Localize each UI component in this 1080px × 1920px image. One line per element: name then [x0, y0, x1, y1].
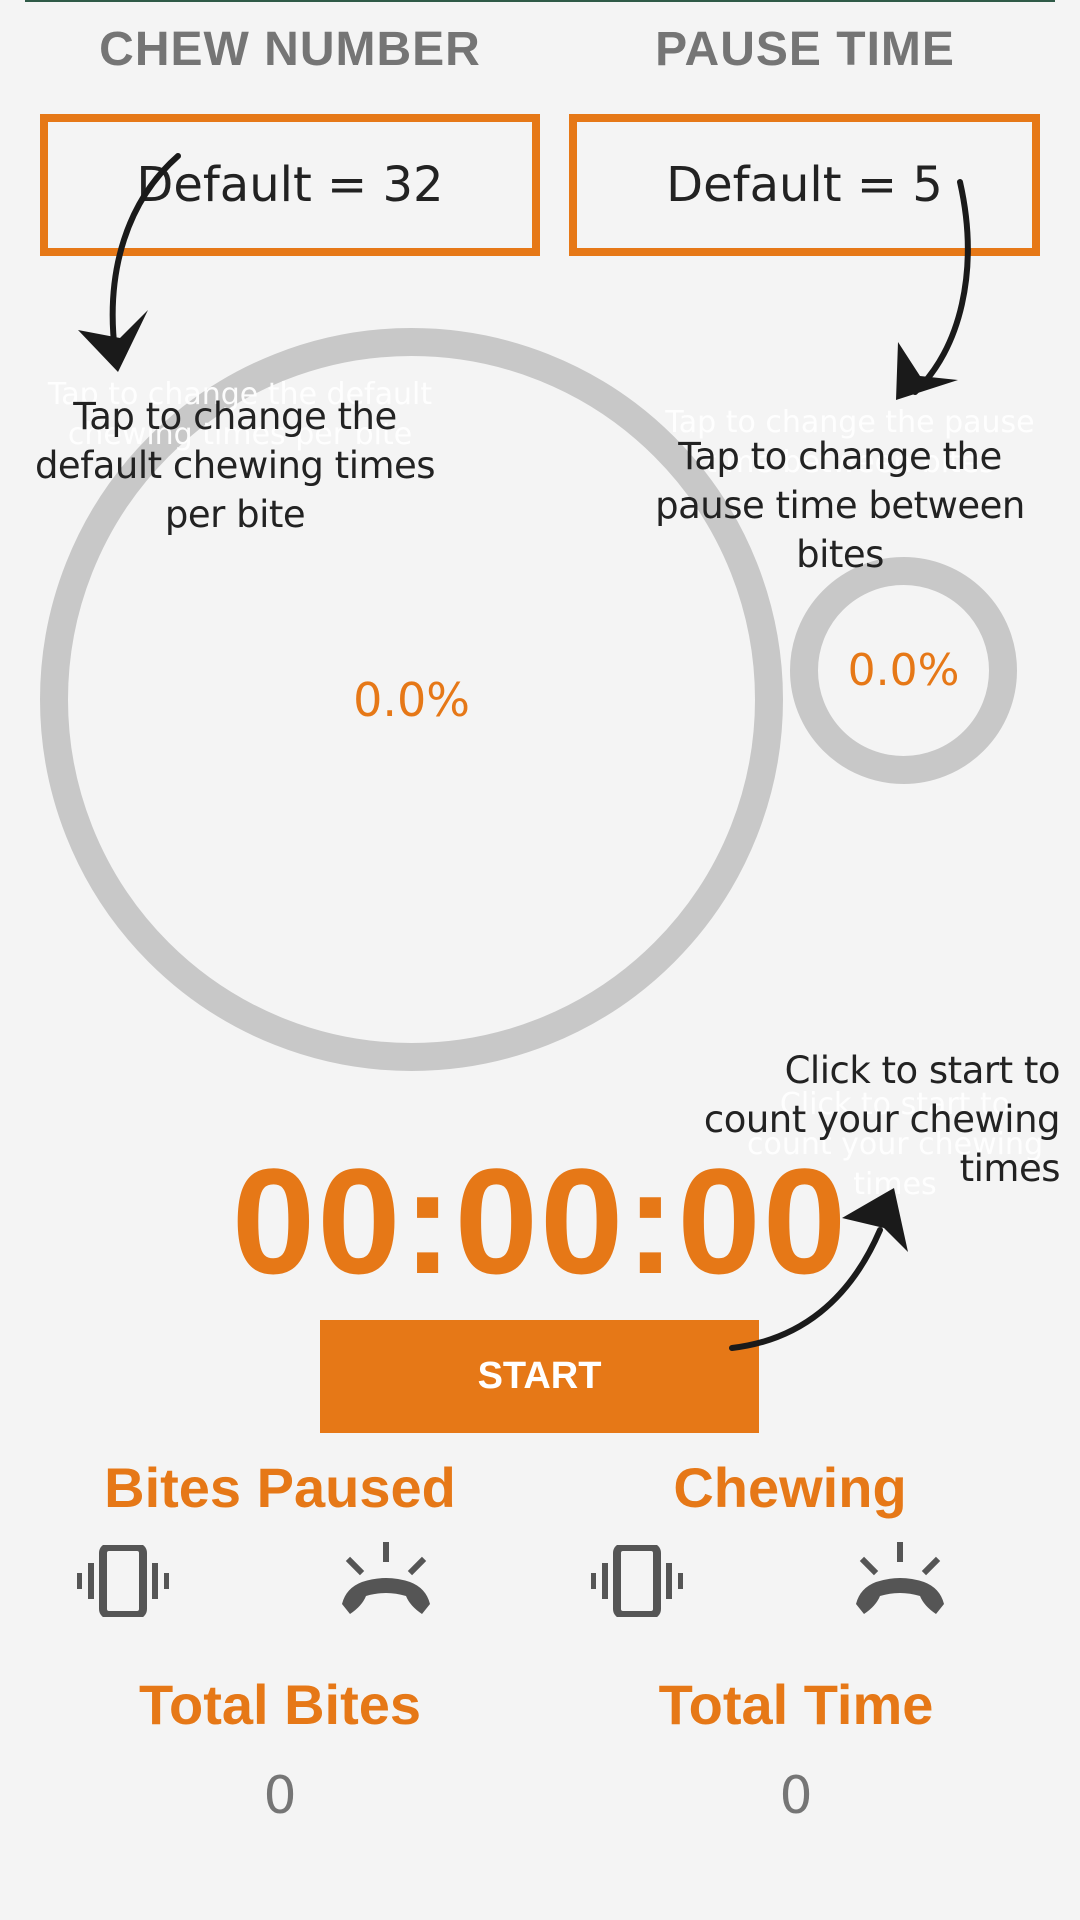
- chewing-title: Chewing: [673, 1456, 907, 1519]
- pause-progress-percent: 0.0%: [847, 645, 960, 696]
- bites-paused-vibrate-icon[interactable]: [76, 1543, 170, 1619]
- pause-time-label: PAUSE TIME: [655, 23, 955, 76]
- pause-hint-text: Tap to change the pause time between bit…: [655, 435, 1025, 576]
- chewing-vibrate-icon[interactable]: [590, 1543, 684, 1619]
- total-bites-label: Total Bites: [138, 1673, 422, 1736]
- timer-display: 00:00:00: [231, 1137, 849, 1305]
- bites-paused-ring-volume-icon[interactable]: [338, 1540, 434, 1618]
- pause-time-field[interactable]: Default = 5: [569, 114, 1040, 256]
- pause-hint-arrowhead: [896, 342, 958, 400]
- total-time-value: 0: [779, 1766, 813, 1826]
- chew-progress-percent: 0.0%: [353, 672, 470, 727]
- chew-number-label: CHEW NUMBER: [99, 23, 481, 76]
- chew-hint-arrowhead: [78, 310, 148, 372]
- top-divider: [25, 0, 1055, 2]
- bites-paused-title: Bites Paused: [104, 1456, 456, 1519]
- total-time-label: Total Time: [658, 1673, 934, 1736]
- chewing-ring-volume-icon[interactable]: [852, 1540, 948, 1618]
- chew-hint-text: Tap to change the default chewing times …: [34, 395, 436, 536]
- start-button[interactable]: START: [320, 1320, 759, 1433]
- pause-progress-ring: 0.0%: [790, 557, 1017, 784]
- total-bites-value: 0: [263, 1766, 297, 1826]
- chew-number-field[interactable]: Default = 32: [40, 114, 540, 256]
